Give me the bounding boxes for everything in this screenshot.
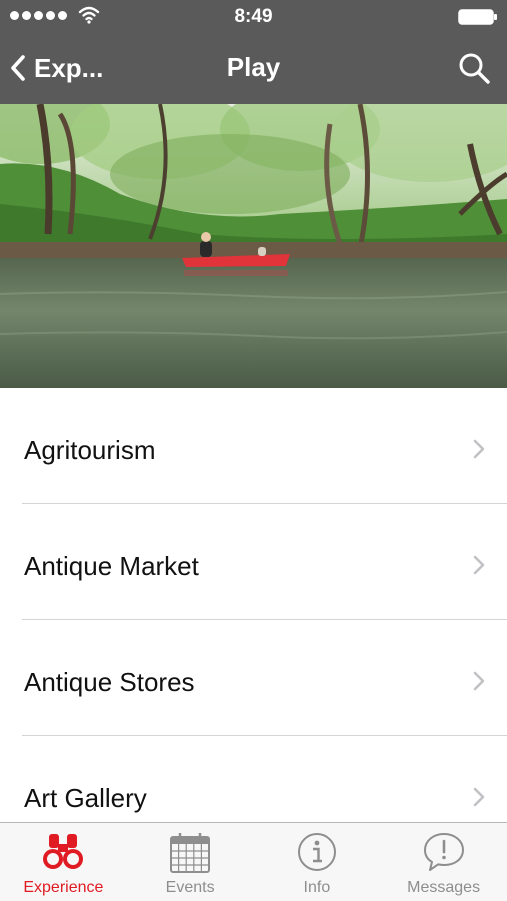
chevron-right-icon bbox=[473, 439, 485, 459]
tab-bar: Experience Events Info Messages bbox=[0, 822, 507, 901]
back-button-label: Exp... bbox=[34, 52, 104, 83]
navigation-bar: Exp... Play bbox=[0, 33, 507, 104]
list-item-antique-market[interactable]: Antique Market bbox=[0, 504, 507, 620]
tab-experience[interactable]: Experience bbox=[0, 823, 127, 901]
page-title: Play bbox=[226, 52, 281, 82]
status-bar: 8:49 bbox=[0, 0, 507, 33]
list-item-label: Antique Stores bbox=[24, 667, 195, 697]
search-icon[interactable] bbox=[457, 51, 491, 85]
tab-label: Experience bbox=[23, 879, 104, 896]
list-item-label: Art Gallery bbox=[24, 783, 147, 813]
message-bubble-icon bbox=[423, 833, 464, 871]
chevron-right-icon bbox=[473, 555, 485, 575]
tab-events[interactable]: Events bbox=[127, 823, 254, 901]
chevron-right-icon bbox=[473, 787, 485, 807]
chevron-left-icon bbox=[11, 55, 25, 81]
list-item-label: Antique Market bbox=[24, 551, 199, 581]
tab-label: Info bbox=[303, 879, 331, 896]
river-canoe-photo bbox=[0, 104, 507, 388]
hero-image bbox=[0, 104, 507, 388]
list-item-art-gallery[interactable]: Art Gallery bbox=[0, 736, 507, 823]
calendar-icon bbox=[170, 833, 211, 873]
list-item-agritourism[interactable]: Agritourism bbox=[0, 388, 507, 504]
list-item-antique-stores[interactable]: Antique Stores bbox=[0, 620, 507, 736]
back-button[interactable]: Exp... bbox=[10, 49, 103, 87]
list-item-label: Agritourism bbox=[24, 435, 156, 465]
tab-info[interactable]: Info bbox=[254, 823, 381, 901]
category-list: Agritourism Antique Market Antique Store… bbox=[0, 388, 507, 823]
tab-messages[interactable]: Messages bbox=[380, 823, 507, 901]
battery-icon bbox=[458, 9, 497, 25]
binoculars-icon bbox=[43, 834, 84, 869]
chevron-right-icon bbox=[473, 671, 485, 691]
status-time: 8:49 bbox=[234, 6, 273, 27]
tab-label: Messages bbox=[407, 879, 481, 896]
info-icon bbox=[297, 833, 336, 871]
tab-label: Events bbox=[165, 879, 215, 896]
